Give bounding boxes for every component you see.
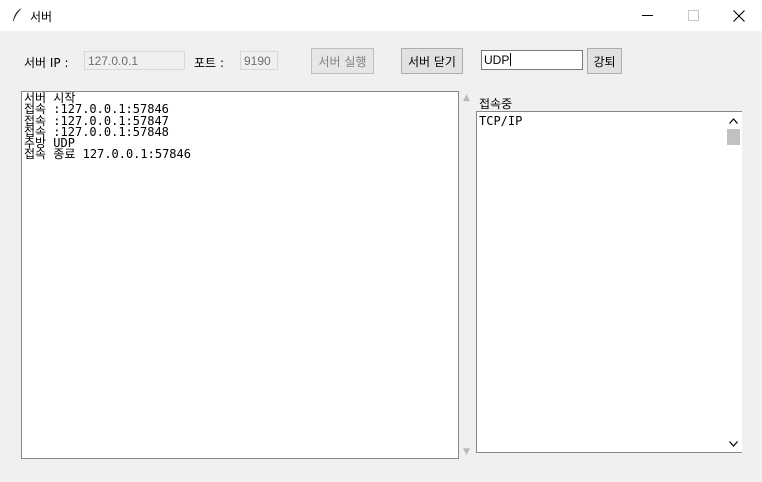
kick-target-input[interactable]: UDP xyxy=(481,50,583,70)
close-icon xyxy=(733,9,745,22)
connected-label: 접속중 xyxy=(479,97,513,111)
window-title: 서버 xyxy=(30,10,53,24)
maximize-icon xyxy=(687,10,699,21)
maximize-button[interactable] xyxy=(670,0,716,31)
scroll-up-icon[interactable]: ▲ xyxy=(463,93,470,103)
connected-scrollbar[interactable] xyxy=(725,111,742,453)
server-ip-label: 서버 IP : xyxy=(24,56,69,70)
scroll-up-icon[interactable] xyxy=(729,118,738,124)
log-scrollbar[interactable]: ▲ ▼ xyxy=(460,91,475,459)
server-log[interactable]: 서버 시작 접속 :127.0.0.1:57846 접속 :127.0.0.1:… xyxy=(21,91,459,459)
log-line: 접속 :127.0.0.1:57848 xyxy=(24,124,169,139)
list-item[interactable]: TCP/IP xyxy=(477,112,725,128)
feather-icon xyxy=(13,7,23,21)
kick-button[interactable]: 강퇴 xyxy=(587,48,622,74)
log-line: 접속 종료 127.0.0.1:57846 xyxy=(24,147,191,162)
title-bar: 서버 xyxy=(0,0,762,31)
text-caret xyxy=(510,53,512,66)
port-label: 포트 : xyxy=(194,56,224,70)
close-server-button[interactable]: 서버 닫기 xyxy=(401,48,463,74)
connected-list[interactable]: TCP/IP xyxy=(476,111,725,453)
port-field: 9190 xyxy=(240,51,278,70)
scroll-down-icon[interactable] xyxy=(729,441,738,447)
close-button[interactable] xyxy=(716,0,762,31)
scroll-thumb[interactable] xyxy=(727,129,740,145)
minimize-button[interactable] xyxy=(624,0,670,31)
scroll-down-icon[interactable]: ▼ xyxy=(463,447,470,457)
start-server-button[interactable]: 서버 실행 xyxy=(311,48,374,74)
server-ip-field: 127.0.0.1 xyxy=(84,51,185,70)
minimize-icon xyxy=(641,15,653,16)
kick-target-value: UDP xyxy=(484,53,510,67)
